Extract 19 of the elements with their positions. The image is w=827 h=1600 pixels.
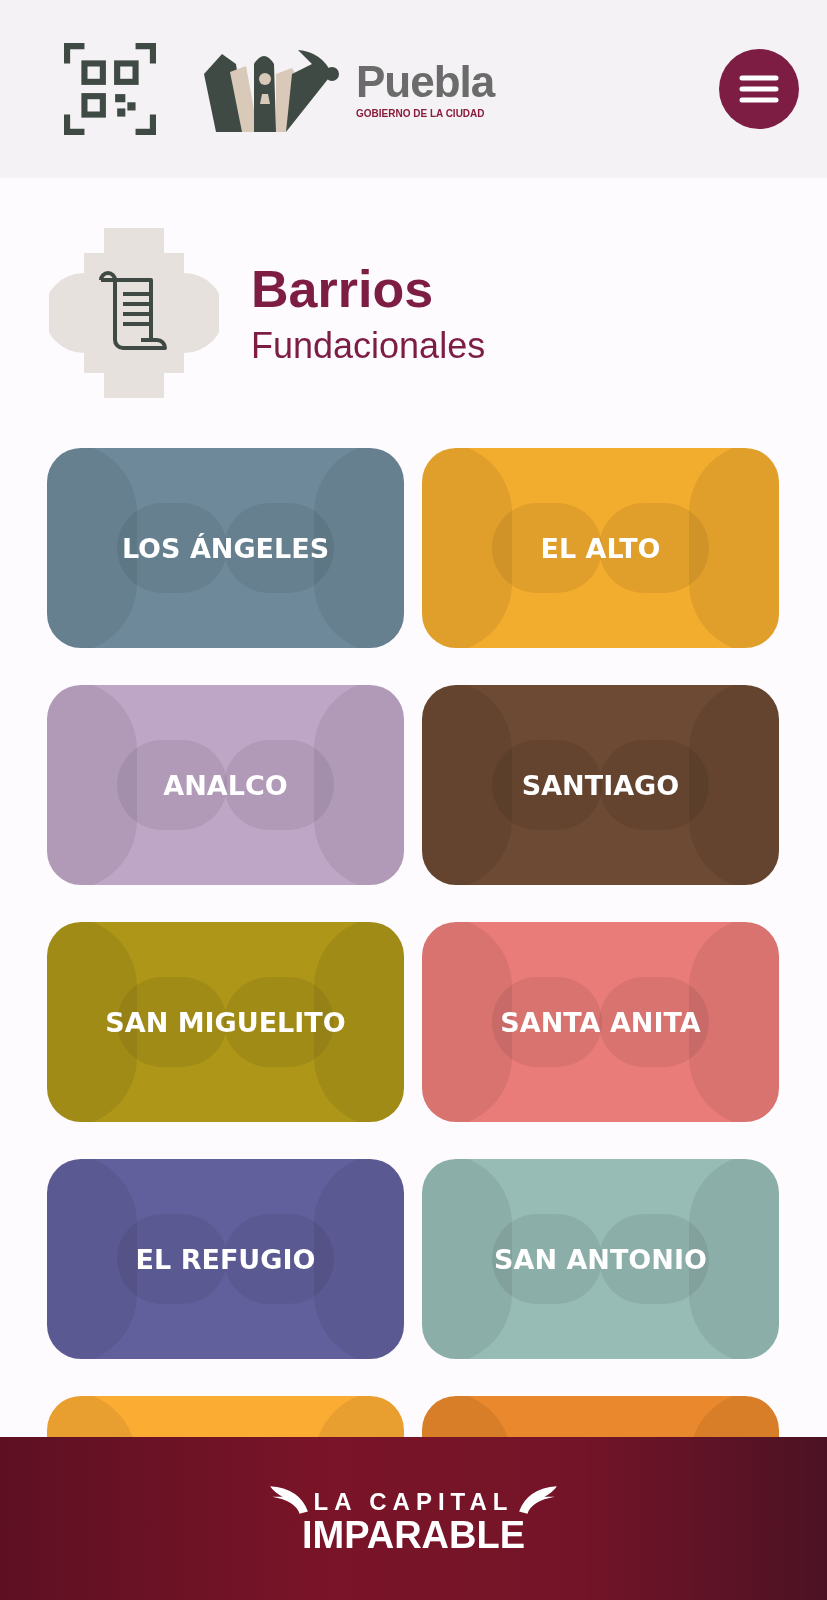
- logo-subtitle: GOBIERNO DE LA CIUDAD: [356, 107, 485, 119]
- neighborhood-tile[interactable]: SAN MIGUELITO: [47, 922, 404, 1122]
- slogan-line: IMPARABLE: [301, 1515, 526, 1554]
- qr-code-icon[interactable]: [64, 43, 156, 135]
- neighborhood-tile[interactable]: SANTA ANITA: [422, 922, 779, 1122]
- neighborhood-tile[interactable]: SAN ANTONIO: [422, 1159, 779, 1359]
- section-subtitle: Fundacionales: [251, 325, 486, 367]
- neighborhood-tile[interactable]: EL REFUGIO: [47, 1159, 404, 1359]
- wing-icon: [267, 1483, 310, 1516]
- wing-icon: [517, 1483, 560, 1516]
- section-title: Barrios: [251, 259, 435, 319]
- scroll-icon: [49, 228, 219, 398]
- neighborhood-tile[interactable]: LOS ÁNGELES: [47, 448, 404, 648]
- neighborhood-tile[interactable]: SANTIAGO: [422, 685, 779, 885]
- neighborhood-tile[interactable]: ANALCO: [47, 685, 404, 885]
- logo-wordmark: Puebla: [356, 59, 495, 104]
- menu-icon: [739, 74, 779, 104]
- slogan-line: LA CAPITAL: [313, 1487, 514, 1516]
- neighborhood-tile[interactable]: EL ALTO: [422, 448, 779, 648]
